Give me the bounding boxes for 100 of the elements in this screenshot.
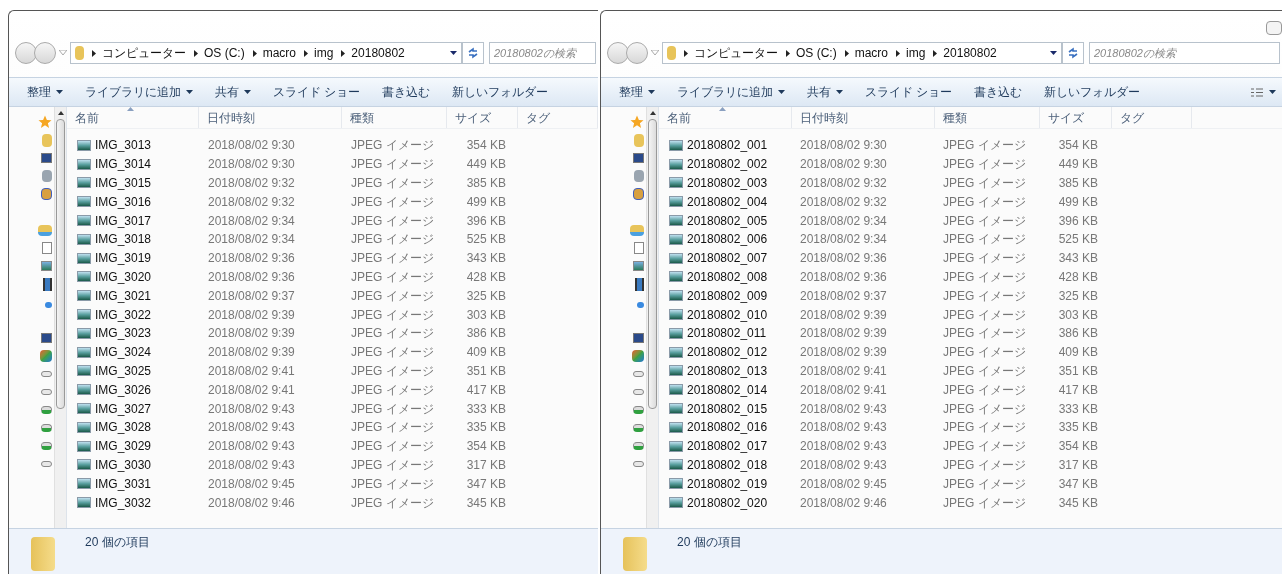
toolbar-button[interactable]: ライブラリに追加	[77, 83, 201, 101]
file-row[interactable]: 20180802_005 2018/08/02 9:34 JPEG イメージ 396 KB	[659, 211, 1282, 230]
breadcrumb[interactable]: macro	[262, 44, 296, 62]
toolbar-button[interactable]: 書き込む	[374, 83, 439, 101]
chevron-right-icon[interactable]	[341, 49, 346, 57]
chevron-right-icon[interactable]	[92, 49, 96, 57]
file-row[interactable]: 20180802_014 2018/08/02 9:41 JPEG イメージ 417 KB	[659, 380, 1282, 400]
chevron-right-icon[interactable]	[933, 49, 938, 57]
file-row[interactable]: 20180802_008 2018/08/02 9:36 JPEG イメージ 428 KB	[659, 267, 1282, 287]
monitor-icon[interactable]	[41, 153, 52, 163]
star-icon[interactable]	[630, 115, 644, 129]
chevron-right-icon[interactable]	[194, 49, 198, 57]
breadcrumb[interactable]: macro	[854, 44, 888, 62]
toolbar-button[interactable]: 共有	[799, 83, 851, 101]
file-row[interactable]: 20180802_003 2018/08/02 9:32 JPEG イメージ 385 KB	[659, 173, 1282, 193]
chevron-right-icon[interactable]	[786, 49, 790, 57]
file-row[interactable]: 20180802_020 2018/08/02 9:46 JPEG イメージ 345 KB	[659, 493, 1282, 512]
breadcrumb[interactable]: img	[906, 44, 926, 62]
scroll-up-icon[interactable]	[57, 111, 64, 115]
file-row[interactable]: 20180802_010 2018/08/02 9:39 JPEG イメージ 303 KB	[659, 305, 1282, 324]
monitor-icon[interactable]	[633, 333, 644, 343]
forward-button[interactable]	[34, 42, 56, 64]
music-note-icon[interactable]	[45, 302, 52, 308]
minimize-button[interactable]	[1266, 21, 1282, 35]
toolbar-button[interactable]: 整理	[19, 83, 71, 101]
search-field[interactable]: 20180802の検索	[489, 42, 596, 64]
file-row[interactable]: IMG_3030 2018/08/02 9:43 JPEG イメージ 317 KB	[67, 455, 598, 475]
toolbar-button[interactable]: 新しいフォルダー	[1036, 83, 1149, 101]
music-note-icon[interactable]	[637, 302, 644, 308]
file-row[interactable]: IMG_3022 2018/08/02 9:39 JPEG イメージ 303 KB	[67, 305, 598, 324]
file-row[interactable]: IMG_3020 2018/08/02 9:36 JPEG イメージ 428 KB	[67, 267, 598, 287]
file-row[interactable]: 20180802_016 2018/08/02 9:43 JPEG イメージ 335 KB	[659, 417, 1282, 437]
file-row[interactable]: IMG_3021 2018/08/02 9:37 JPEG イメージ 325 KB	[67, 286, 598, 306]
column-header[interactable]: サイズ	[446, 107, 519, 128]
file-row[interactable]: IMG_3023 2018/08/02 9:39 JPEG イメージ 386 KB	[67, 323, 598, 343]
file-row[interactable]: 20180802_001 2018/08/02 9:30 JPEG イメージ 354 KB	[659, 136, 1282, 155]
file-row[interactable]: IMG_3026 2018/08/02 9:41 JPEG イメージ 417 KB	[67, 380, 598, 400]
toolbar-button[interactable]: 新しいフォルダー	[444, 83, 557, 101]
file-row[interactable]: IMG_3031 2018/08/02 9:45 JPEG イメージ 347 KB	[67, 474, 598, 494]
column-header[interactable]: 種類	[341, 107, 447, 128]
file-row[interactable]: IMG_3025 2018/08/02 9:41 JPEG イメージ 351 KB	[67, 361, 598, 381]
column-header[interactable]: 種類	[935, 107, 1040, 128]
back-button[interactable]	[15, 42, 37, 64]
address-bar[interactable]: コンピューター OS (C:) macro img 20180802	[70, 42, 462, 64]
caret-down-icon[interactable]	[1050, 51, 1057, 55]
picture-icon[interactable]	[41, 261, 52, 271]
file-row[interactable]: 20180802_017 2018/08/02 9:43 JPEG イメージ 354 KB	[659, 436, 1282, 456]
file-row[interactable]: IMG_3032 2018/08/02 9:46 JPEG イメージ 345 KB	[67, 493, 598, 512]
file-row[interactable]: IMG_3015 2018/08/02 9:32 JPEG イメージ 385 KB	[67, 173, 598, 193]
breadcrumb[interactable]: コンピューター	[102, 44, 186, 62]
monitor-icon[interactable]	[633, 153, 644, 163]
chevron-right-icon[interactable]	[844, 49, 849, 57]
file-row[interactable]: 20180802_006 2018/08/02 9:34 JPEG イメージ 525 KB	[659, 230, 1282, 249]
chevron-right-icon[interactable]	[684, 49, 688, 57]
file-row[interactable]: 20180802_013 2018/08/02 9:41 JPEG イメージ 351 KB	[659, 361, 1282, 381]
toolbar-button[interactable]: 書き込む	[966, 83, 1031, 101]
file-row[interactable]: 20180802_012 2018/08/02 9:39 JPEG イメージ 409 KB	[659, 342, 1282, 362]
caret-down-icon[interactable]	[450, 51, 457, 55]
column-header[interactable]: 名前	[659, 107, 792, 128]
breadcrumb[interactable]: OS (C:)	[796, 44, 837, 62]
file-row[interactable]: IMG_3014 2018/08/02 9:30 JPEG イメージ 449 KB	[67, 154, 598, 174]
back-button[interactable]	[607, 42, 629, 64]
toolbar-button[interactable]: ライブラリに追加	[669, 83, 793, 101]
address-bar[interactable]: コンピューター OS (C:) macro img 20180802	[662, 42, 1062, 64]
chevron-right-icon[interactable]	[896, 49, 900, 57]
chevron-right-icon[interactable]	[252, 49, 257, 57]
column-header[interactable]: 日付時刻	[792, 107, 935, 128]
file-row[interactable]: 20180802_018 2018/08/02 9:43 JPEG イメージ 317 KB	[659, 455, 1282, 475]
file-row[interactable]: 20180802_009 2018/08/02 9:37 JPEG イメージ 325 KB	[659, 286, 1282, 306]
breadcrumb[interactable]: コンピューター	[694, 44, 778, 62]
file-row[interactable]: IMG_3017 2018/08/02 9:34 JPEG イメージ 396 KB	[67, 211, 598, 230]
breadcrumb[interactable]: 20180802	[943, 44, 997, 62]
file-row[interactable]: IMG_3018 2018/08/02 9:34 JPEG イメージ 525 KB	[67, 230, 598, 249]
column-header[interactable]: 名前	[67, 107, 200, 128]
forward-button[interactable]	[626, 42, 648, 64]
search-field[interactable]: 20180802の検索	[1089, 42, 1280, 64]
file-row[interactable]: IMG_3028 2018/08/02 9:43 JPEG イメージ 335 KB	[67, 417, 598, 437]
file-row[interactable]: IMG_3024 2018/08/02 9:39 JPEG イメージ 409 KB	[67, 342, 598, 362]
file-row[interactable]: IMG_3029 2018/08/02 9:43 JPEG イメージ 354 KB	[67, 436, 598, 456]
toolbar-button[interactable]: 共有	[207, 83, 259, 101]
file-row[interactable]: 20180802_007 2018/08/02 9:36 JPEG イメージ 343 KB	[659, 248, 1282, 268]
file-row[interactable]: IMG_3013 2018/08/02 9:30 JPEG イメージ 354 KB	[67, 136, 598, 155]
refresh-button[interactable]	[462, 42, 484, 64]
column-header[interactable]: タグ	[518, 107, 598, 128]
breadcrumb[interactable]: img	[314, 44, 334, 62]
column-header[interactable]: 日付時刻	[199, 107, 342, 128]
column-header[interactable]: サイズ	[1040, 107, 1112, 128]
file-row[interactable]: IMG_3027 2018/08/02 9:43 JPEG イメージ 333 KB	[67, 399, 598, 418]
toolbar-button[interactable]: 整理	[611, 83, 663, 101]
breadcrumb[interactable]: 20180802	[351, 44, 405, 62]
toolbar-button[interactable]: スライド ショー	[265, 83, 369, 101]
file-row[interactable]: IMG_3019 2018/08/02 9:36 JPEG イメージ 343 KB	[67, 248, 598, 268]
file-row[interactable]: 20180802_019 2018/08/02 9:45 JPEG イメージ 347 KB	[659, 474, 1282, 494]
monitor-icon[interactable]	[41, 333, 52, 343]
picture-icon[interactable]	[633, 261, 644, 271]
chevron-right-icon[interactable]	[304, 49, 308, 57]
file-row[interactable]: 20180802_002 2018/08/02 9:30 JPEG イメージ 449 KB	[659, 154, 1282, 174]
file-row[interactable]: 20180802_011 2018/08/02 9:39 JPEG イメージ 386 KB	[659, 323, 1282, 343]
toolbar-button[interactable]: スライド ショー	[857, 83, 961, 101]
scroll-up-icon[interactable]	[649, 111, 656, 115]
